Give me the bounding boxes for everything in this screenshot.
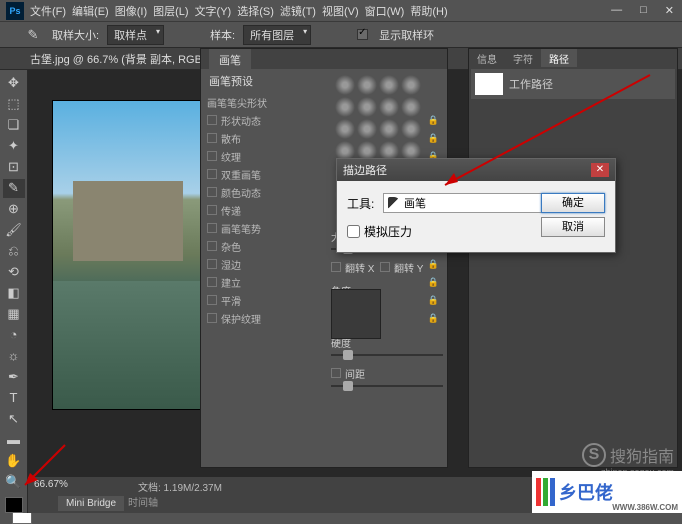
char-tab[interactable]: 字符 [505, 49, 541, 67]
tool-value: 画笔 [404, 195, 426, 211]
path-thumbnail [475, 73, 503, 95]
timeline-tab[interactable]: 时间轴 [120, 492, 166, 511]
show-ring-label: 显示取样环 [379, 27, 434, 43]
mini-bridge-tab[interactable]: Mini Bridge [58, 496, 124, 511]
menu-help[interactable]: 帮助(H) [410, 3, 447, 19]
move-tool[interactable]: ✥ [3, 74, 25, 93]
zoom-tool[interactable]: 🔍 [3, 472, 25, 491]
hardness-label: 硬度 [331, 339, 351, 350]
app-logo: Ps [6, 2, 24, 20]
dialog-close-button[interactable]: ✕ [591, 163, 609, 177]
marquee-tool[interactable]: ⬚ [3, 95, 25, 114]
stamp-tool[interactable]: ⎌ [3, 242, 25, 261]
eyedropper-tool[interactable]: ✎ [3, 179, 25, 198]
document-tab-title[interactable]: 古堡.jpg @ 66.7% (背景 副本, RGB/8#) [30, 51, 221, 67]
hand-tool[interactable]: ✋ [3, 451, 25, 470]
flipx-checkbox[interactable] [331, 262, 341, 272]
brush-panel: 画笔 画笔预设 画笔笔尖形状 形状动态🔒 散布🔒 纹理🔒 双重画笔🔒 颜色动态🔒… [200, 48, 448, 468]
menu-edit[interactable]: 编辑(E) [72, 3, 109, 19]
wand-tool[interactable]: ✦ [3, 137, 25, 156]
dialog-title: 描边路径 [343, 162, 387, 178]
386w-watermark: 乡巴佬 WWW.386W.COM [532, 471, 682, 513]
brush-angle-preview[interactable] [331, 289, 381, 339]
document-image[interactable] [52, 100, 202, 410]
window-close[interactable]: ✕ [665, 4, 674, 17]
sample-label: 样本: [210, 27, 235, 43]
menu-layer[interactable]: 图层(L) [153, 3, 188, 19]
sample-size-label: 取样大小: [52, 27, 99, 43]
text-tool[interactable]: T [3, 388, 25, 407]
simulate-pressure-label: 模拟压力 [364, 223, 412, 240]
blur-tool[interactable]: ◔ [3, 325, 25, 344]
history-brush-tool[interactable]: ⟲ [3, 263, 25, 282]
brush-tab[interactable]: 画笔 [209, 49, 251, 69]
menu-type[interactable]: 文字(Y) [195, 3, 232, 19]
toolbox: ✥ ⬚ ❏ ✦ ⊡ ✎ ⊕ 🖌 ⎌ ⟲ ◧ ▦ ◔ ☼ ✒ T ↖ ▬ ✋ 🔍 [0, 70, 28, 513]
sogou-watermark: S 搜狗指南 zhinan.sogou.com [582, 443, 674, 467]
sample-size-dropdown[interactable]: 取样点 [107, 25, 164, 45]
pen-tool[interactable]: ✒ [3, 367, 25, 386]
sample-dropdown[interactable]: 所有图层 [243, 25, 311, 45]
gradient-tool[interactable]: ▦ [3, 304, 25, 323]
paths-panel: 信息 字符 路径 工作路径 [468, 48, 678, 468]
menu-select[interactable]: 选择(S) [237, 3, 274, 19]
brush-tool[interactable]: 🖌 [3, 221, 25, 240]
lasso-tool[interactable]: ❏ [3, 116, 25, 135]
window-maximize[interactable]: □ [640, 4, 647, 17]
menu-view[interactable]: 视图(V) [322, 3, 359, 19]
spacing-checkbox[interactable] [331, 368, 341, 378]
menu-file[interactable]: 文件(F) [30, 3, 66, 19]
work-path-item[interactable]: 工作路径 [471, 69, 675, 99]
menu-image[interactable]: 图像(I) [115, 3, 147, 19]
path-select-tool[interactable]: ↖ [3, 409, 25, 428]
shape-tool[interactable]: ▬ [3, 430, 25, 449]
menu-filter[interactable]: 滤镜(T) [280, 3, 316, 19]
simulate-pressure-checkbox[interactable] [347, 225, 360, 238]
eraser-tool[interactable]: ◧ [3, 284, 25, 303]
menu-window[interactable]: 窗口(W) [365, 3, 405, 19]
spacing-label: 间距 [345, 370, 365, 381]
show-ring-checkbox[interactable] [357, 29, 368, 40]
paths-tab[interactable]: 路径 [541, 49, 577, 67]
ok-button[interactable]: 确定 [541, 193, 605, 213]
dodge-tool[interactable]: ☼ [3, 346, 25, 365]
window-minimize[interactable]: — [611, 4, 622, 17]
path-name: 工作路径 [509, 76, 553, 92]
eyedropper-icon[interactable]: ✎ [22, 24, 44, 46]
color-swatch[interactable] [5, 497, 23, 513]
heal-tool[interactable]: ⊕ [3, 200, 25, 219]
hardness-slider[interactable] [331, 354, 443, 356]
flipy-checkbox[interactable] [380, 262, 390, 272]
crop-tool[interactable]: ⊡ [3, 158, 25, 177]
spacing-slider[interactable] [331, 385, 443, 387]
info-tab[interactable]: 信息 [469, 49, 505, 67]
stroke-path-dialog: 描边路径 ✕ 工具: 画笔 模拟压力 确定 取消 [336, 158, 616, 253]
zoom-level[interactable]: 66.67% [34, 479, 68, 490]
tool-label: 工具: [347, 195, 383, 212]
cancel-button[interactable]: 取消 [541, 217, 605, 237]
brush-icon [388, 197, 400, 209]
